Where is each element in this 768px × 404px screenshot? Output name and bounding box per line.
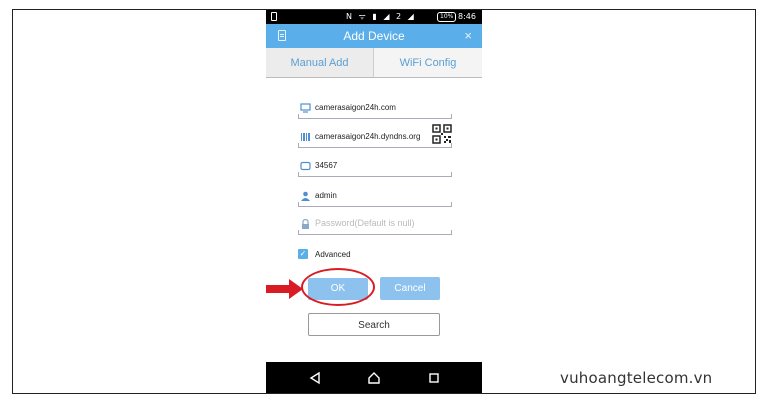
cancel-button[interactable]: Cancel bbox=[380, 277, 440, 300]
user-icon bbox=[301, 191, 310, 201]
status-icons: N ᯤ ▮ ◢ 2 ◢ bbox=[346, 12, 416, 21]
lock-icon bbox=[302, 219, 309, 229]
port-icon bbox=[300, 161, 311, 171]
advanced-label: Advanced bbox=[315, 250, 351, 259]
qr-code-icon[interactable] bbox=[432, 124, 452, 144]
barcode-icon bbox=[301, 133, 310, 141]
serial-value: camerasaigon24h.dyndns.org bbox=[315, 132, 421, 141]
title-bar: Add Device × bbox=[266, 24, 482, 48]
home-icon[interactable] bbox=[367, 371, 381, 385]
port-field[interactable]: 34567 bbox=[298, 158, 452, 177]
tab-bar: Manual Add WiFi Config bbox=[266, 48, 482, 78]
search-button[interactable]: Search bbox=[308, 313, 440, 336]
username-field[interactable]: admin bbox=[298, 188, 452, 207]
back-icon[interactable] bbox=[308, 371, 322, 385]
status-bar: N ᯤ ▮ ◢ 2 ◢ 10% 8:46 bbox=[266, 10, 482, 24]
navigation-bar bbox=[266, 362, 482, 393]
monitor-icon bbox=[300, 103, 311, 113]
tab-wifi-config[interactable]: WiFi Config bbox=[374, 48, 482, 78]
notification-icon bbox=[271, 12, 277, 21]
pointer-arrow-icon bbox=[266, 279, 303, 299]
watermark: vuhoangtelecom.vn bbox=[560, 369, 713, 387]
status-time: 8:46 bbox=[458, 12, 476, 21]
domain-field[interactable]: camerasaigon24h.com bbox=[298, 100, 452, 119]
advanced-checkbox[interactable]: ✓ bbox=[298, 249, 308, 259]
close-icon[interactable]: × bbox=[464, 28, 472, 43]
highlight-ring bbox=[301, 268, 375, 306]
page-title: Add Device bbox=[343, 29, 405, 43]
password-field[interactable]: Password(Default is null) bbox=[298, 216, 452, 235]
phone-screen: N ᯤ ▮ ◢ 2 ◢ 10% 8:46 Add Device × Manual… bbox=[266, 10, 482, 393]
serial-field[interactable]: camerasaigon24h.dyndns.org bbox=[298, 124, 452, 148]
domain-value: camerasaigon24h.com bbox=[315, 103, 396, 112]
username-value: admin bbox=[315, 191, 337, 200]
battery-level: 10% bbox=[437, 12, 457, 22]
tab-manual-add[interactable]: Manual Add bbox=[266, 48, 374, 78]
port-value: 34567 bbox=[315, 161, 338, 170]
password-placeholder: Password(Default is null) bbox=[315, 218, 415, 228]
recents-icon[interactable] bbox=[427, 371, 441, 385]
